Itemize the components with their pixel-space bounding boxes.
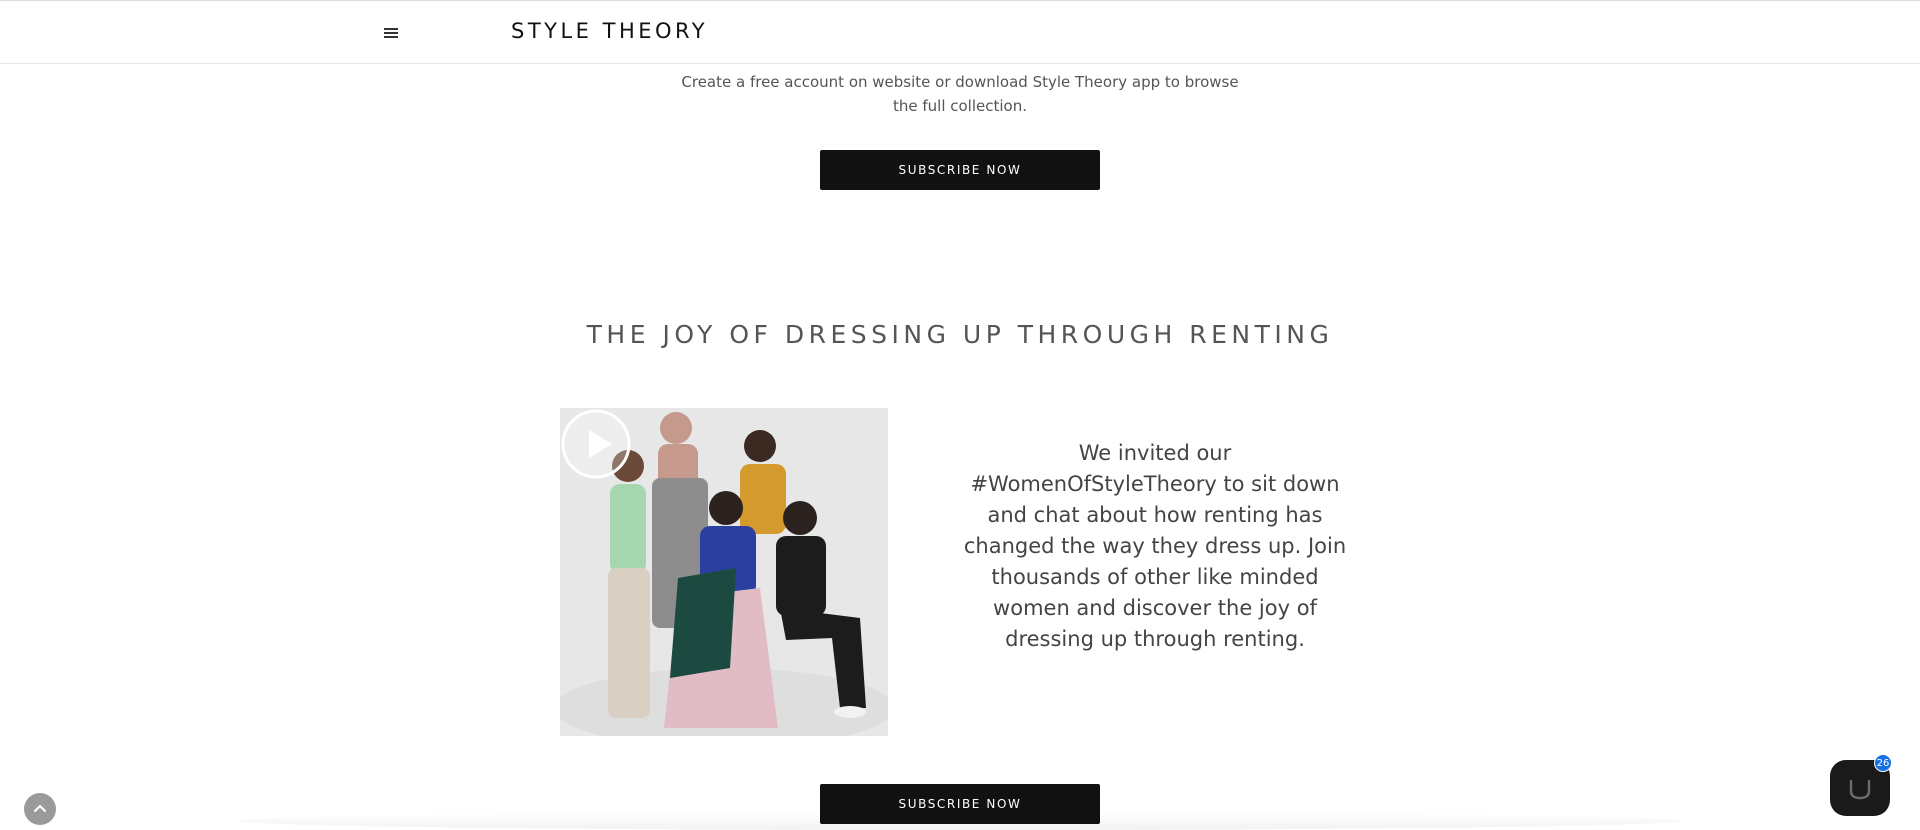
style-theory-logo[interactable]: STYLE THEORY (511, 19, 708, 43)
back-to-top-button[interactable] (24, 793, 56, 825)
chat-notification-badge: 26 (1874, 754, 1892, 772)
play-icon[interactable] (560, 408, 632, 480)
top-navigation-bar: STYLE THEORY (0, 0, 1920, 64)
chat-icon (1849, 779, 1871, 800)
section-title: THE JOY OF DRESSING UP THROUGH RENTING (586, 320, 1334, 349)
intro-line-1: Create a free account on website or down… (681, 73, 1239, 91)
bottom-shadow-divider (240, 812, 1680, 830)
video-description: We invited our #WomenOfStyleTheory to si… (963, 441, 1347, 651)
hamburger-menu-icon[interactable] (382, 25, 402, 41)
video-thumbnail[interactable] (560, 408, 888, 736)
intro-description: Create a free account on website or down… (660, 70, 1260, 118)
subscribe-now-button-top[interactable]: SUBSCRIBE NOW (820, 150, 1100, 190)
intro-line-2: the full collection. (892, 97, 1027, 115)
chevron-up-icon (34, 805, 46, 812)
